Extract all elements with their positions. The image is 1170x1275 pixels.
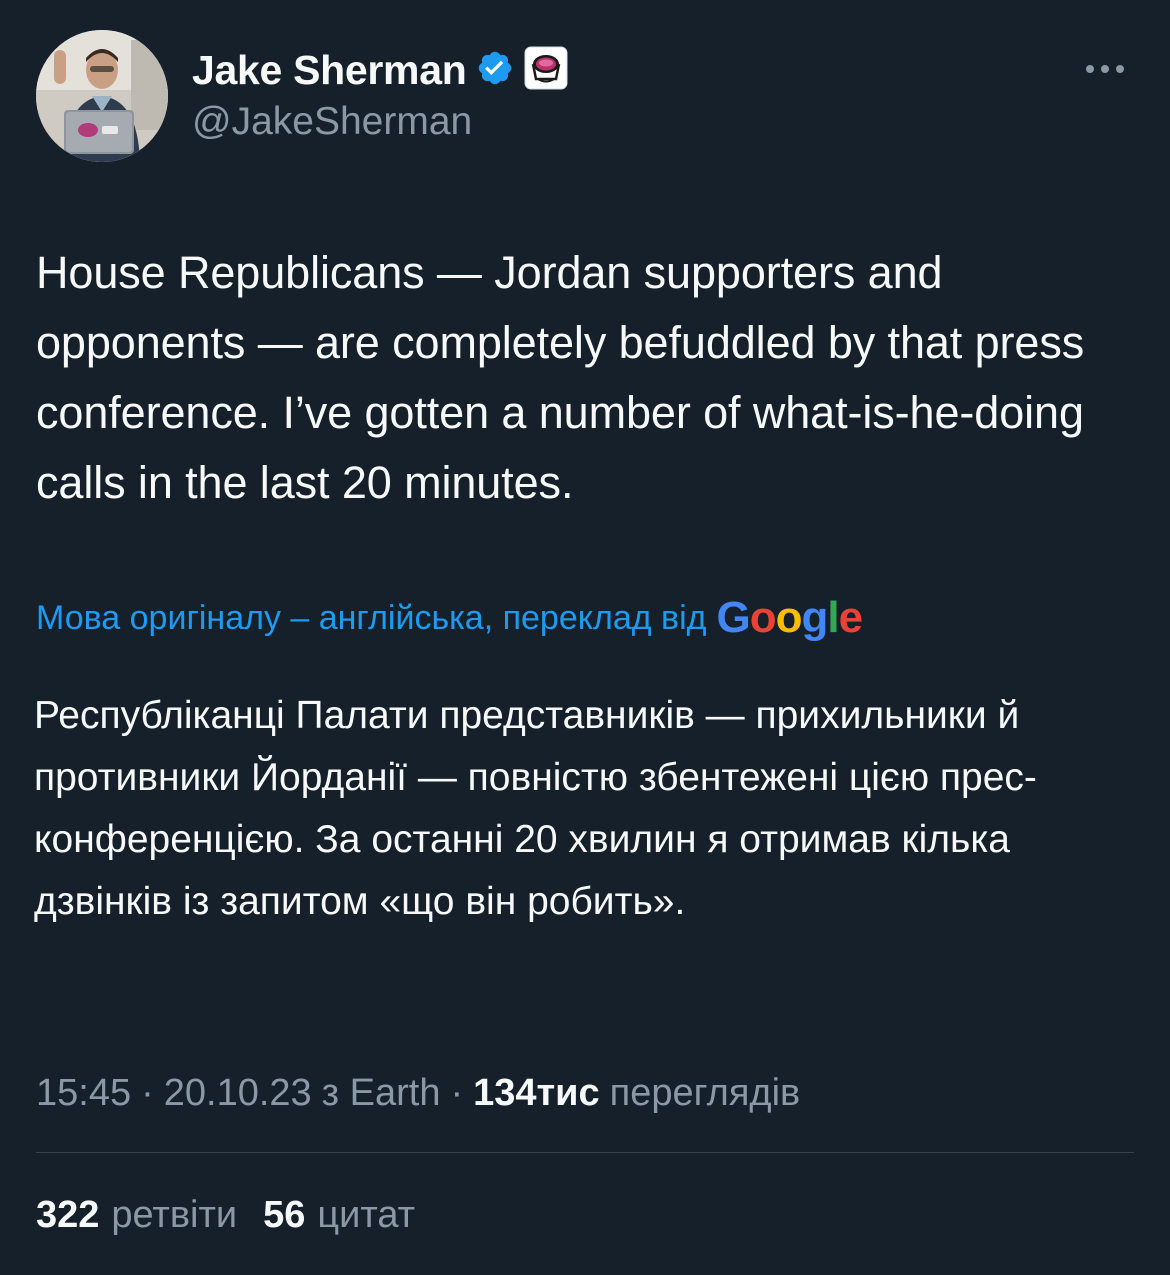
tweet-meta: 15:45 · 20.10.23 з Earth · 134тис перегл… [36, 1065, 800, 1121]
more-horizontal-icon [1086, 65, 1124, 73]
more-options-button[interactable] [1080, 52, 1130, 86]
meta-separator: · [141, 1071, 154, 1114]
translation-label: Мова оригіналу – англійська, переклад ві… [36, 598, 707, 637]
views-label: переглядів [609, 1071, 801, 1114]
verified-badge-icon[interactable] [476, 49, 514, 92]
divider [36, 1152, 1134, 1153]
google-logo: Google [716, 593, 864, 642]
translated-text: Республіканці Палати представників — при… [34, 694, 1037, 923]
quotes-label: цитат [317, 1193, 416, 1236]
tweet-source: з Earth [321, 1071, 441, 1114]
retweets-stat[interactable]: 322 ретвіти [36, 1194, 237, 1237]
retweets-count: 322 [36, 1193, 100, 1236]
translation-note[interactable]: Мова оригіналу – англійська, переклад ві… [36, 588, 864, 648]
quotes-stat[interactable]: 56 цитат [263, 1194, 415, 1237]
author-name[interactable]: Jake Sherman [192, 47, 467, 94]
tweet-detail: Jake Sherman @JakeSherman House Republic… [0, 0, 1170, 1275]
tweet-time[interactable]: 15:45 [36, 1072, 131, 1115]
author-handle[interactable]: @JakeSherman [192, 100, 472, 144]
views-count[interactable]: 134тис [473, 1072, 600, 1115]
engagement-stats: 322 ретвіти 56 цитат [36, 1187, 415, 1243]
meta-separator: · [450, 1071, 464, 1114]
quotes-count: 56 [263, 1193, 306, 1236]
affiliate-badge-icon[interactable] [524, 46, 568, 95]
retweets-label: ретвіти [111, 1193, 238, 1236]
tweet-date[interactable]: 20.10.23 [164, 1072, 312, 1115]
author-name-row: Jake Sherman [192, 44, 568, 96]
avatar-image [36, 30, 168, 162]
author-avatar[interactable] [36, 30, 168, 162]
tweet-text: House Republicans — Jordan supporters an… [36, 247, 1085, 508]
